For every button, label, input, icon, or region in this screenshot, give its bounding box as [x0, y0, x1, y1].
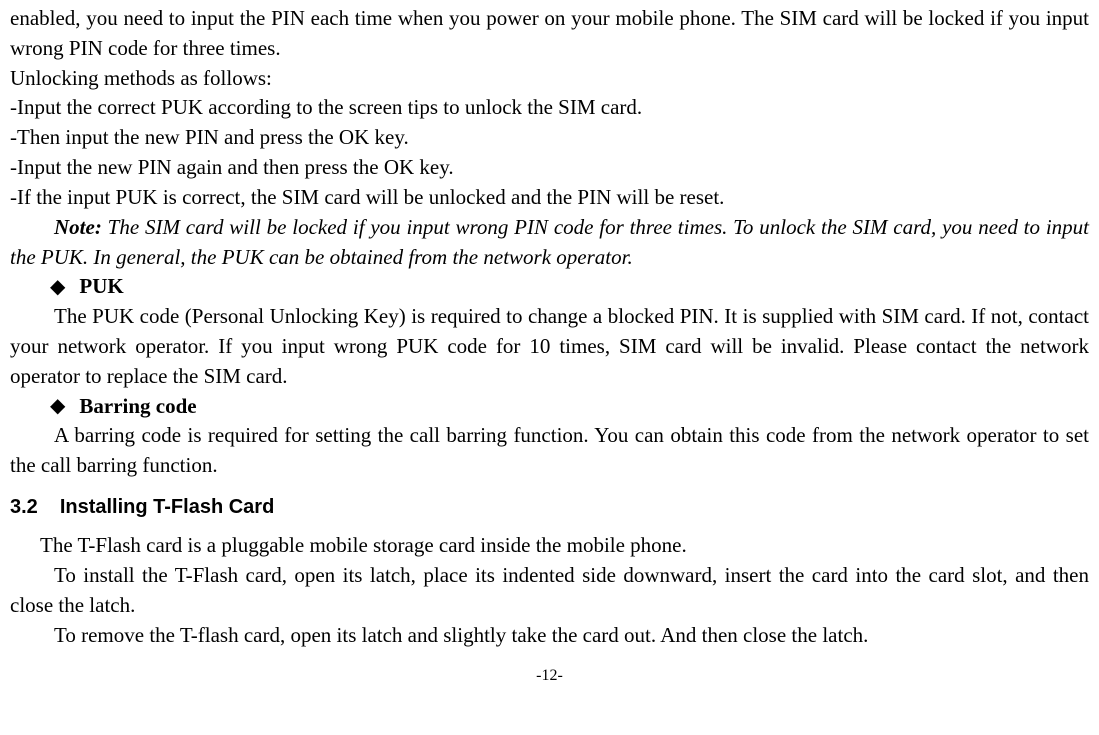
body-text: -Input the new PIN again and then press …	[10, 153, 1089, 183]
bullet-title: Barring code	[79, 392, 196, 422]
note-text: The SIM card will be locked if you input…	[10, 215, 1089, 269]
note-paragraph: Note: The SIM card will be locked if you…	[10, 213, 1089, 273]
body-text: To install the T-Flash card, open its la…	[10, 561, 1089, 621]
bullet-title: PUK	[79, 272, 123, 302]
section-heading: 3.2 Installing T-Flash Card	[10, 493, 1089, 521]
document-page: enabled, you need to input the PIN each …	[0, 0, 1099, 687]
body-text: The T-Flash card is a pluggable mobile s…	[10, 531, 1089, 561]
body-text: -If the input PUK is correct, the SIM ca…	[10, 183, 1089, 213]
note-label: Note:	[54, 215, 102, 239]
section-number: 3.2	[10, 496, 38, 518]
body-text: A barring code is required for setting t…	[10, 421, 1089, 481]
diamond-icon: ◆	[50, 396, 65, 416]
body-text: To remove the T-flash card, open its lat…	[10, 621, 1089, 651]
bullet-item-barring: ◆ Barring code	[10, 392, 1089, 422]
section-title: Installing T-Flash Card	[60, 496, 274, 518]
body-text: -Then input the new PIN and press the OK…	[10, 123, 1089, 153]
body-text: -Input the correct PUK according to the …	[10, 93, 1089, 123]
body-text: Unlocking methods as follows:	[10, 64, 1089, 94]
bullet-item-puk: ◆ PUK	[10, 272, 1089, 302]
body-text: enabled, you need to input the PIN each …	[10, 4, 1089, 64]
page-number: -12-	[10, 665, 1089, 688]
diamond-icon: ◆	[50, 277, 65, 297]
body-text: The PUK code (Personal Unlocking Key) is…	[10, 302, 1089, 391]
